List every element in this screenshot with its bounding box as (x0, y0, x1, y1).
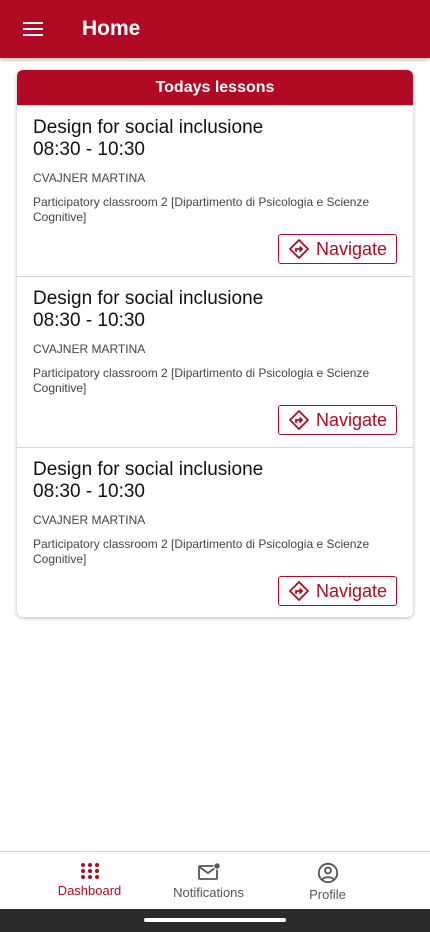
lesson-item: Design for social inclusione 08:30 - 10:… (17, 447, 413, 617)
nav-item-profile[interactable]: Profile (268, 852, 387, 910)
app-bar: Home (0, 0, 430, 58)
lesson-teacher: CVAJNER MARTINA (33, 513, 146, 527)
lesson-time: 08:30 - 10:30 (33, 481, 145, 502)
todays-lessons-card: Todays lessons Design for social inclusi… (17, 70, 413, 617)
lesson-teacher: CVAJNER MARTINA (33, 171, 146, 185)
lesson-title: Design for social inclusione (33, 459, 264, 480)
bottom-navigation: Dashboard Notifications Profile (0, 851, 430, 910)
nav-label-dashboard: Dashboard (57, 883, 122, 898)
lesson-item: Design for social inclusione 08:30 - 10:… (17, 105, 413, 276)
lesson-room: Participatory classroom 2 [Dipartimento … (33, 366, 370, 395)
navigate-button[interactable]: Navigate (278, 234, 397, 264)
directions-icon (289, 410, 309, 430)
dashboard-grid-icon (80, 863, 99, 879)
menu-icon (23, 22, 43, 36)
directions-icon (289, 581, 309, 601)
home-indicator[interactable] (144, 918, 286, 922)
lesson-room: Participatory classroom 2 [Dipartimento … (33, 195, 370, 224)
system-navigation-bar (0, 909, 430, 932)
menu-button[interactable] (0, 0, 66, 58)
lesson-title: Design for social inclusione (33, 288, 264, 309)
nav-label-profile: Profile (309, 887, 346, 902)
nav-item-notifications[interactable]: Notifications (149, 852, 268, 910)
lesson-time: 08:30 - 10:30 (33, 310, 145, 331)
navigate-label: Navigate (315, 580, 388, 601)
navigate-label: Navigate (315, 409, 388, 430)
nav-item-dashboard[interactable]: Dashboard (30, 852, 149, 910)
lesson-teacher: CVAJNER MARTINA (33, 342, 146, 356)
directions-icon (289, 239, 309, 259)
card-header: Todays lessons (17, 70, 413, 105)
lesson-item: Design for social inclusione 08:30 - 10:… (17, 276, 413, 447)
lesson-title: Design for social inclusione (33, 117, 264, 138)
nav-label-notifications: Notifications (173, 885, 244, 900)
navigate-button[interactable]: Navigate (278, 405, 397, 435)
page-title: Home (82, 17, 141, 40)
lesson-time: 08:30 - 10:30 (33, 139, 145, 160)
lesson-room: Participatory classroom 2 [Dipartimento … (33, 537, 370, 566)
navigate-label: Navigate (315, 238, 388, 259)
navigate-button[interactable]: Navigate (278, 576, 397, 606)
account-circle-icon (317, 862, 338, 884)
mail-notification-icon (197, 862, 221, 880)
